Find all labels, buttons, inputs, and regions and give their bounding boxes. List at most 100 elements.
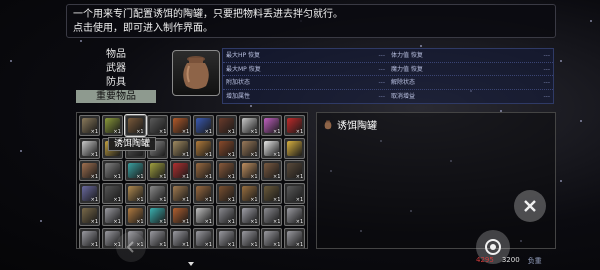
inventory-slot[interactable]: ×1 <box>284 205 306 227</box>
inventory-slot[interactable]: ×1 <box>79 115 100 136</box>
inventory-slot[interactable]: ×1 <box>170 182 192 204</box>
item-count: ×1 <box>250 219 258 226</box>
category-items[interactable]: 物品 <box>76 48 156 61</box>
inventory-slot[interactable]: ×1 <box>238 137 260 159</box>
back-button[interactable] <box>116 232 146 262</box>
star <box>80 40 82 42</box>
star <box>560 180 562 182</box>
inventory-grid: ×1 ×1 ×1 ×1 ×1 ×1 ×1 ×1 ×1 ×1 ×1 ×1 ×1 ×1 ×1 ×1 ×1 ×1 ×1 ×1… <box>79 114 306 248</box>
category-key-items[interactable]: 重要物品 <box>76 90 156 103</box>
category-armor[interactable]: 防具 <box>76 76 156 89</box>
inventory-slot[interactable]: ×1 <box>192 115 214 136</box>
item-stats-table: 最大HP 恢复 --- 体力值 恢复 --- 最大MP 恢复 --- 魔力值 恢复 --- 附加… <box>222 48 554 104</box>
star <box>590 20 592 22</box>
stat-row: 增加属性 --- 取消增益 --- <box>223 90 553 104</box>
inventory-slot[interactable]: ×1 <box>147 182 169 204</box>
inventory-slot[interactable]: ×1 <box>261 227 283 248</box>
stat-cell: 最大MP 恢复 --- <box>223 63 388 76</box>
item-count: ×1 <box>113 174 121 181</box>
stat-cell: 增加属性 --- <box>223 90 388 104</box>
inventory-slot[interactable]: ×1 <box>284 182 306 204</box>
inventory-slot[interactable]: ×1 <box>192 227 214 248</box>
inventory-slot[interactable]: ×1 <box>238 227 260 248</box>
category-weapons[interactable]: 武器 <box>76 62 156 75</box>
item-detail-panel: 诱饵陶罐 <box>316 112 556 249</box>
inventory-slot[interactable]: ×1 <box>215 160 237 182</box>
inventory-slot[interactable]: ×1 <box>79 205 100 227</box>
inventory-slot[interactable]: ×1 <box>79 182 100 204</box>
inventory-slot[interactable]: ×1 <box>284 115 306 136</box>
clay-jar-icon <box>324 120 332 129</box>
inventory-slot[interactable]: ×1 <box>170 160 192 182</box>
inventory-slot[interactable]: ×1 <box>170 115 192 136</box>
item-preview <box>172 50 220 96</box>
item-count: ×1 <box>250 196 258 203</box>
inventory-slot[interactable]: ×1 <box>170 227 192 248</box>
inventory-slot[interactable]: ×1 <box>147 227 169 248</box>
close-button[interactable] <box>514 190 546 222</box>
inventory-slot[interactable]: ×1 <box>192 160 214 182</box>
inventory-slot[interactable]: ×1 <box>147 160 169 182</box>
stat-cell: 解除状态 --- <box>388 76 553 89</box>
inventory-slot[interactable]: ×1 <box>101 182 123 204</box>
item-count: ×1 <box>273 241 281 248</box>
item-count: ×1 <box>204 129 212 135</box>
stat-value: --- <box>378 79 386 86</box>
inventory-slot[interactable]: ×1 <box>261 115 283 136</box>
item-count: ×1 <box>273 196 281 203</box>
inventory-slot[interactable]: ×1 <box>101 115 123 136</box>
inventory-slot[interactable]: ×1 <box>238 182 260 204</box>
item-count: ×1 <box>295 174 304 181</box>
inventory-slot[interactable]: ×1 <box>124 182 146 204</box>
inventory-slot[interactable]: ×1 <box>79 227 100 248</box>
item-count: ×1 <box>90 151 98 158</box>
inventory-slot[interactable]: ×1 <box>192 205 214 227</box>
inventory-slot[interactable]: ×1 <box>147 115 169 136</box>
star <box>420 45 422 47</box>
close-icon <box>524 200 536 212</box>
inventory-slot[interactable]: ×1 <box>79 160 100 182</box>
inventory-slot[interactable]: ×1 <box>215 205 237 227</box>
stat-label: 魔力值 恢复 <box>391 65 423 73</box>
star <box>580 120 582 122</box>
inventory-slot[interactable]: ×1 <box>215 182 237 204</box>
weight-max: 3200 <box>501 256 520 264</box>
inventory-slot[interactable]: ×1 <box>215 115 237 136</box>
item-count: ×1 <box>181 196 190 203</box>
item-count: ×1 <box>227 129 235 135</box>
item-count: ×1 <box>181 151 190 158</box>
inventory-slot[interactable]: ×1 <box>261 137 283 159</box>
stat-cell: 附加状态 --- <box>223 76 388 89</box>
item-count: ×1 <box>90 174 98 181</box>
inventory-slot[interactable]: ×1 <box>101 160 123 182</box>
inventory-slot[interactable]: ×1 <box>215 137 237 159</box>
scroll-down-icon[interactable] <box>188 262 194 266</box>
inventory-slot[interactable]: ×1 <box>170 137 192 159</box>
inventory-slot[interactable]: ×1 <box>192 182 214 204</box>
inventory-slot[interactable]: ×1 <box>238 115 260 136</box>
description-line-1: 一个用来专门配置诱饵的陶罐，只要把物料丢进去拌匀就行。 <box>73 9 343 20</box>
inventory-slot[interactable]: ×1 <box>284 227 306 248</box>
inventory-slot[interactable]: ×1 <box>238 160 260 182</box>
inventory-slot[interactable]: ×1 <box>170 205 192 227</box>
inventory-slot[interactable]: ×1 <box>124 205 146 227</box>
inventory-slot[interactable]: ×1 <box>124 160 146 182</box>
inventory-slot[interactable]: ×1 <box>238 205 260 227</box>
inventory-slot[interactable]: ×1 <box>261 205 283 227</box>
inventory-slot[interactable]: ×1 <box>215 227 237 248</box>
item-description-panel: 一个用来专门配置诱饵的陶罐，只要把物料丢进去拌匀就行。 点击使用，即可进入制作界… <box>66 4 556 38</box>
inventory-slot[interactable]: ×1 <box>192 137 214 159</box>
inventory-slot[interactable]: ×1 <box>261 160 283 182</box>
star <box>40 220 42 222</box>
inventory-slot[interactable]: ×1 <box>284 160 306 182</box>
inventory-slot[interactable]: ×1 <box>123 114 147 137</box>
inventory-slot[interactable]: ×1 <box>101 205 123 227</box>
inventory-slot[interactable]: ×1 <box>79 137 100 159</box>
inventory-slot[interactable] <box>284 137 306 159</box>
inventory-slot[interactable]: ×1 <box>261 182 283 204</box>
item-count: ×1 <box>295 129 304 135</box>
star <box>250 105 252 107</box>
item-count: ×1 <box>204 196 212 203</box>
inventory-slot[interactable]: ×1 <box>147 205 169 227</box>
detail-item-name: 诱饵陶罐 <box>337 121 377 132</box>
